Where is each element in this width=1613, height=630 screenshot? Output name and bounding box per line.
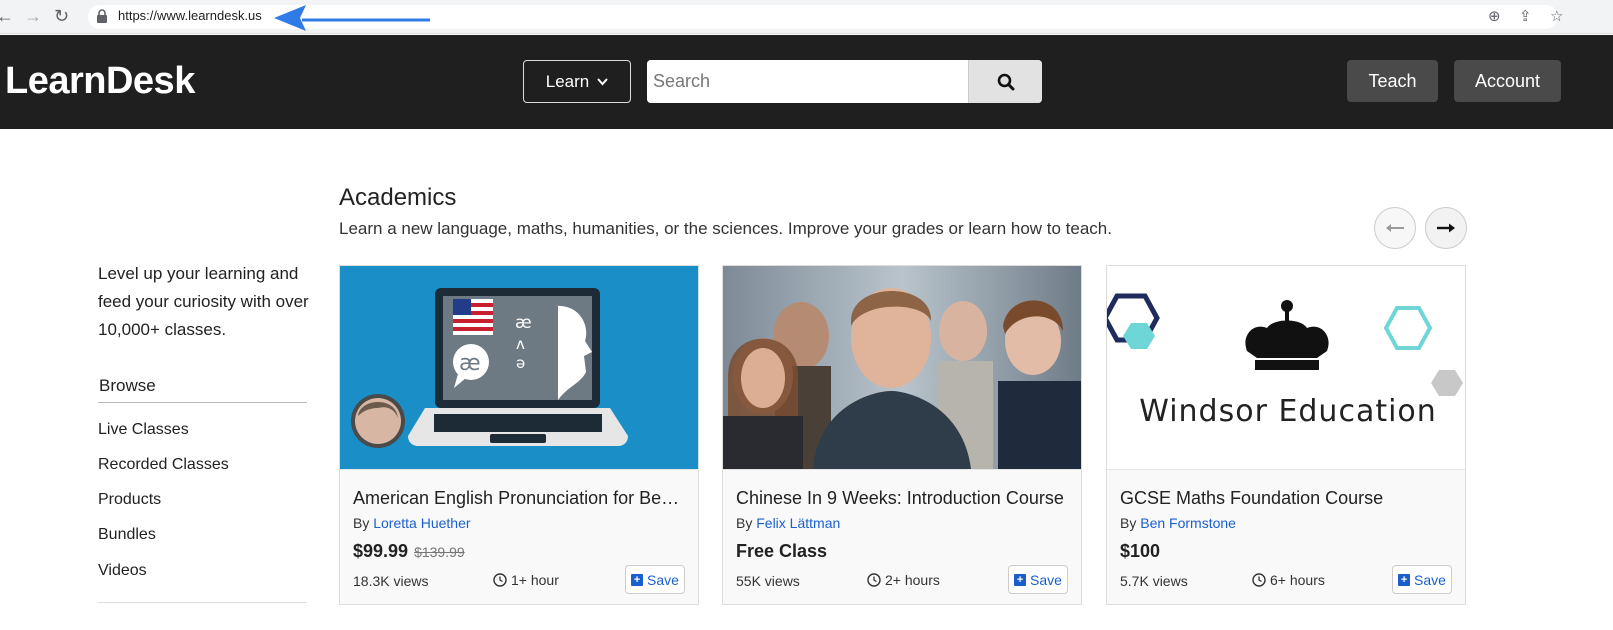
browse-heading: Browse — [99, 376, 156, 395]
course-price: $99.99 $139.99 — [353, 541, 465, 562]
course-author-line: By Loretta Huether — [353, 515, 471, 531]
plus-icon: + — [631, 573, 644, 586]
course-thumbnail[interactable]: æ ʌ ə æ — [340, 266, 698, 469]
sidebar-tagline: Level up your learning and feed your cur… — [98, 264, 309, 339]
svg-text:ʌ: ʌ — [516, 335, 525, 353]
price-current: Free Class — [736, 541, 828, 561]
course-title[interactable]: American English Pronunciation for Begin… — [353, 488, 688, 509]
course-duration: 1+ hour — [493, 572, 559, 588]
section-title: Academics — [339, 184, 457, 211]
course-card[interactable]: æ ʌ ə æ American English Pronunciation f… — [339, 265, 699, 605]
price-current: $100 — [1120, 541, 1161, 561]
course-author-line: By Felix Lättman — [736, 515, 840, 531]
clock-icon — [1252, 573, 1266, 587]
section-description: Learn a new language, maths, humanities,… — [339, 219, 1112, 238]
by-label: By — [1120, 515, 1137, 531]
plus-icon: + — [1398, 573, 1411, 586]
back-icon[interactable]: ← — [0, 6, 14, 26]
save-button[interactable]: + Save — [1392, 565, 1452, 594]
search-button[interactable] — [968, 60, 1042, 103]
view-count: 5.7K views — [1120, 573, 1188, 589]
bookmark-star-icon[interactable]: ☆ — [1550, 7, 1563, 25]
course-title[interactable]: GCSE Maths Foundation Course — [1120, 488, 1455, 509]
by-label: By — [736, 515, 753, 531]
author-link[interactable]: Felix Lättman — [756, 515, 840, 531]
search-input[interactable] — [647, 60, 968, 103]
learn-dropdown-button[interactable]: Learn — [523, 60, 631, 103]
svg-text:ə: ə — [516, 354, 525, 372]
price-original: $139.99 — [414, 544, 465, 560]
arrow-right-icon — [1437, 223, 1455, 233]
sidebar-item-videos[interactable]: Videos — [98, 562, 147, 580]
duration-text: 1+ hour — [511, 572, 559, 588]
reload-icon[interactable]: ↻ — [54, 6, 69, 26]
search-icon — [997, 73, 1014, 90]
sidebar-item-live-classes[interactable]: Live Classes — [98, 421, 189, 439]
sidebar-item-recorded-classes[interactable]: Recorded Classes — [98, 456, 229, 474]
course-price: $100 — [1120, 541, 1160, 562]
chevron-down-icon — [597, 77, 608, 85]
divider — [98, 402, 307, 403]
laptop-pronunciation-illustration: æ ʌ ə æ — [340, 266, 698, 469]
windsor-education-logo-image: Windsor Education — [1107, 266, 1465, 469]
card-body: GCSE Maths Foundation Course By Ben Form… — [1107, 469, 1465, 604]
save-button[interactable]: + Save — [625, 565, 685, 594]
teach-button[interactable]: Teach — [1347, 60, 1438, 102]
lock-icon — [97, 9, 107, 23]
url-text[interactable]: https://www.learndesk.us — [118, 8, 262, 23]
price-current: $99.99 — [353, 541, 409, 561]
duration-text: 2+ hours — [885, 572, 940, 588]
account-button[interactable]: Account — [1454, 60, 1561, 102]
view-count: 18.3K views — [353, 573, 429, 589]
by-label: By — [353, 515, 370, 531]
author-link[interactable]: Ben Formstone — [1140, 515, 1236, 531]
view-count: 55K views — [736, 573, 800, 589]
carousel-prev-button[interactable] — [1374, 207, 1416, 249]
svg-text:Windsor Education: Windsor Education — [1139, 394, 1437, 429]
card-body: American English Pronunciation for Begin… — [340, 469, 698, 604]
svg-text:æ: æ — [459, 351, 481, 376]
svg-text:æ: æ — [515, 313, 532, 333]
learn-label: Learn — [545, 71, 590, 91]
zoom-icon[interactable]: ⊕ — [1488, 7, 1501, 25]
course-author-line: By Ben Formstone — [1120, 515, 1236, 531]
group-photo-image — [723, 266, 1081, 469]
clock-icon — [867, 573, 881, 587]
course-title[interactable]: Chinese In 9 Weeks: Introduction Course — [736, 488, 1071, 509]
divider — [98, 602, 307, 603]
course-thumbnail[interactable] — [723, 266, 1081, 469]
course-price: Free Class — [736, 541, 827, 562]
annotation-arrow — [274, 5, 430, 31]
arrow-left-icon — [1386, 224, 1404, 232]
duration-text: 6+ hours — [1270, 572, 1325, 588]
site-logo[interactable]: LearnDesk — [5, 60, 195, 103]
sidebar-item-bundles[interactable]: Bundles — [98, 526, 156, 544]
carousel-next-button[interactable] — [1425, 207, 1467, 249]
search-bar — [647, 60, 1042, 103]
save-label: Save — [1414, 571, 1446, 588]
save-label: Save — [1030, 571, 1062, 588]
course-thumbnail[interactable]: Windsor Education — [1107, 266, 1465, 469]
sidebar-item-products[interactable]: Products — [98, 491, 161, 509]
author-link[interactable]: Loretta Huether — [373, 515, 470, 531]
clock-icon — [493, 573, 507, 587]
plus-icon: + — [1014, 573, 1027, 586]
card-body: Chinese In 9 Weeks: Introduction Course … — [723, 469, 1081, 604]
course-duration: 2+ hours — [867, 572, 940, 588]
save-label: Save — [647, 571, 679, 588]
course-card[interactable]: Windsor Education GCSE Maths Foundation … — [1106, 265, 1466, 605]
forward-icon[interactable]: → — [24, 6, 42, 26]
course-card[interactable]: Chinese In 9 Weeks: Introduction Course … — [722, 265, 1082, 605]
site-header: LearnDesk Learn Teach Account — [0, 35, 1613, 129]
course-duration: 6+ hours — [1252, 572, 1325, 588]
share-icon[interactable]: ⇪ — [1519, 7, 1532, 25]
browser-toolbar: ← → ↻ https://www.learndesk.us ⊕ ⇪ ☆ — [0, 0, 1613, 34]
save-button[interactable]: + Save — [1008, 565, 1068, 594]
